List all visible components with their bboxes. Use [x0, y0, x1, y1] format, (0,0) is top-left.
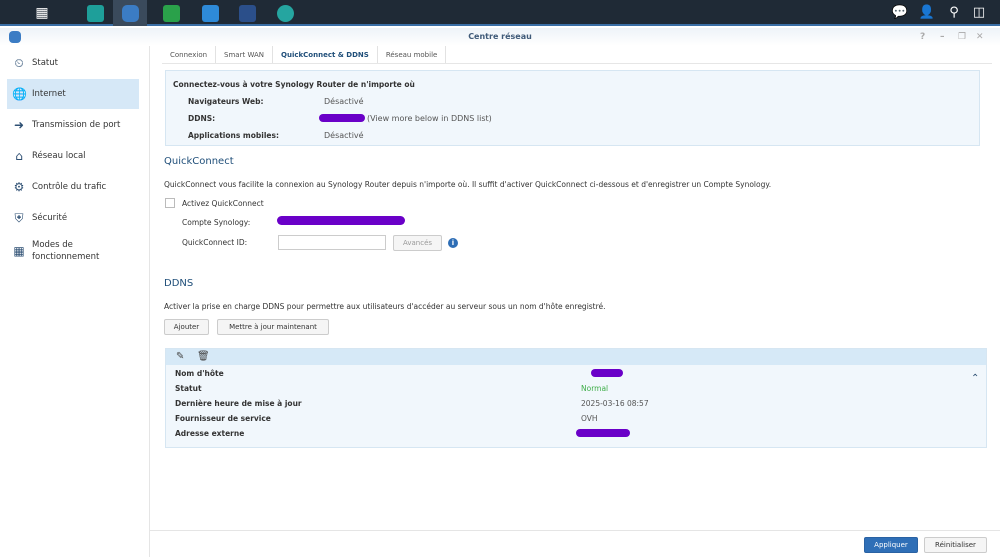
arrow-icon: ➜	[13, 118, 25, 132]
collapse-chevron-icon[interactable]: ⌃	[971, 373, 979, 384]
provider-value: OVH	[581, 414, 598, 423]
reset-button[interactable]: Réinitialiser	[924, 537, 987, 553]
app-dns-server[interactable]	[230, 0, 264, 26]
summary-label: Applications mobiles:	[188, 131, 279, 140]
window-titlebar: Centre réseau ? – ❐ ✕	[0, 28, 1000, 46]
ddns-heading: DDNS	[164, 278, 194, 289]
tab-bar: Connexion Smart WAN QuickConnect & DDNS …	[162, 46, 992, 64]
sliders-icon: ⚙	[13, 180, 25, 194]
home-icon: ⌂	[15, 149, 23, 163]
footer: Appliquer Réinitialiser	[150, 530, 1000, 557]
app-storage[interactable]	[78, 0, 112, 26]
ddns-row-label: Dernière heure de mise à jour	[175, 399, 302, 408]
app-vpn[interactable]	[268, 0, 302, 26]
status-value: Normal	[581, 384, 609, 393]
enable-quickconnect-label: Activez QuickConnect	[182, 199, 264, 208]
widgets-icon[interactable]: ◫	[970, 4, 988, 22]
ddns-row-label: Statut	[175, 384, 202, 393]
summary-label: DDNS:	[188, 114, 216, 123]
gauge-icon: ⏲	[14, 56, 24, 70]
edit-icon[interactable]: ✎	[176, 351, 184, 362]
main-menu-button[interactable]: ▦	[25, 0, 59, 26]
search-icon[interactable]: ⚲	[945, 4, 963, 22]
account-label: Compte Synology:	[182, 218, 251, 227]
tab-mobile-network[interactable]: Réseau mobile	[378, 46, 447, 63]
sidebar-item-label: Internet	[32, 89, 66, 99]
info-icon[interactable]: i	[448, 238, 458, 248]
sidebar-item-label: Contrôle du trafic	[32, 182, 107, 192]
ddns-list-link: (View more below in DDNS list)	[367, 114, 492, 123]
close-button[interactable]: ✕	[976, 28, 984, 46]
ddns-description: Activer la prise en charge DDNS pour per…	[164, 302, 606, 311]
ddns-row-label: Nom d'hôte	[175, 369, 224, 378]
ddns-row-label: Adresse externe	[175, 429, 245, 438]
sidebar-item-statut[interactable]: ⏲ Statut	[7, 48, 139, 78]
window-title: Centre réseau	[468, 32, 532, 41]
minimize-button[interactable]: –	[940, 28, 945, 46]
storage-icon	[86, 4, 104, 22]
ddns-entry: ✎ 🗑 ⌃ Nom d'hôte Statut Normal Dernière …	[165, 348, 987, 448]
add-button[interactable]: Ajouter	[164, 319, 209, 335]
sidebar-item-label: Statut	[32, 58, 58, 68]
tab-smart-wan[interactable]: Smart WAN	[216, 46, 274, 63]
wifi-icon	[162, 4, 180, 22]
redacted-mark	[319, 114, 365, 122]
update-now-button[interactable]: Mettre à jour maintenant	[217, 319, 329, 335]
app-icon	[9, 31, 21, 43]
sidebar-item-label: Réseau local	[32, 151, 86, 161]
help-button[interactable]: ?	[920, 28, 925, 46]
sidebar-item-local-network[interactable]: ⌂ Réseau local	[7, 141, 139, 171]
app-network-center[interactable]	[113, 0, 147, 26]
dns-icon	[238, 4, 256, 22]
trash-icon[interactable]: 🗑	[197, 351, 210, 362]
summary-label: Navigateurs Web:	[188, 97, 264, 106]
vpn-icon	[276, 4, 294, 22]
grid-icon: ▦	[35, 5, 49, 21]
ddns-toolbar: ✎ 🗑	[166, 349, 986, 365]
apply-button[interactable]: Appliquer	[864, 537, 918, 553]
sidebar-item-operation-modes[interactable]: ▦ Modes de fonctionnement	[7, 234, 139, 268]
shield-icon: ⛨	[14, 211, 24, 225]
quickconnect-description: QuickConnect vous facilite la connexion …	[164, 180, 772, 189]
network-center-icon	[121, 4, 139, 22]
app-wifi[interactable]	[154, 0, 188, 26]
summary-title: Connectez-vous à votre Synology Router d…	[173, 80, 415, 89]
sidebar: ⏲ Statut 🌐 Internet ➜ Transmission de port …	[0, 46, 150, 557]
sidebar-item-label: Modes de fonctionnement	[32, 240, 100, 262]
quickconnect-heading: QuickConnect	[164, 156, 234, 167]
notifications-icon[interactable]: 💬	[891, 4, 909, 22]
tab-connexion[interactable]: Connexion	[162, 46, 217, 63]
app-control-panel[interactable]	[193, 0, 227, 26]
user-icon[interactable]: 👤	[918, 4, 936, 22]
last-update-value: 2025-03-16 08:57	[581, 399, 649, 408]
sidebar-item-security[interactable]: ⛨ Sécurité	[7, 203, 139, 233]
summary-value: Désactivé	[324, 97, 364, 106]
sidebar-item-traffic-control[interactable]: ⚙ Contrôle du trafic	[7, 172, 139, 202]
redacted-mark	[591, 369, 623, 377]
redacted-mark	[277, 216, 405, 225]
connection-summary: Connectez-vous à votre Synology Router d…	[165, 70, 980, 146]
taskbar: ▦ 💬 👤 ⚲ ◫	[0, 0, 1000, 26]
control-panel-icon	[201, 4, 219, 22]
redacted-mark	[576, 429, 630, 437]
modes-icon: ▦	[13, 244, 25, 258]
globe-icon: 🌐	[12, 87, 27, 101]
quickconnect-id-input[interactable]	[278, 235, 386, 250]
sidebar-item-label: Transmission de port	[32, 120, 121, 130]
sidebar-item-label: Sécurité	[32, 213, 68, 223]
advanced-button[interactable]: Avancés	[393, 235, 442, 251]
sidebar-item-internet[interactable]: 🌐 Internet	[7, 79, 139, 109]
summary-value: Désactivé	[324, 131, 364, 140]
ddns-row-label: Fournisseur de service	[175, 414, 271, 423]
quickconnect-id-label: QuickConnect ID:	[182, 238, 248, 247]
tab-quickconnect-ddns[interactable]: QuickConnect & DDNS	[273, 46, 378, 63]
enable-quickconnect-checkbox[interactable]	[165, 198, 175, 208]
sidebar-item-port-forwarding[interactable]: ➜ Transmission de port	[7, 110, 139, 140]
maximize-button[interactable]: ❐	[958, 28, 966, 46]
